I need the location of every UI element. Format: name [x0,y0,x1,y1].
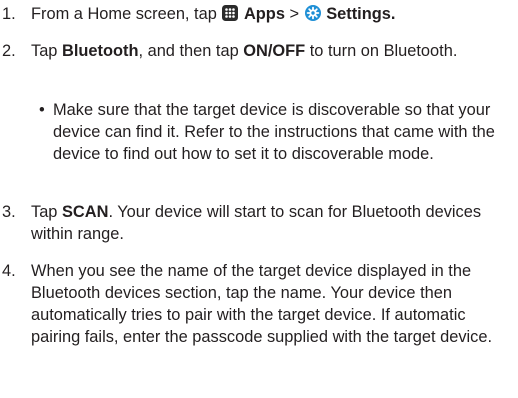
apps-label: Apps [243,5,285,23]
step-number: 3. [2,203,16,221]
step-number: 2. [2,42,16,60]
onoff-label: ON/OFF [243,42,306,60]
instruction-list: 1. From a Home screen, tap Apps > Settin… [0,0,518,398]
step-2: 2. Tap Bluetooth, and then tap ON/OFF to… [0,40,512,62]
step-2-bullet: • Make sure that the target device is di… [31,99,511,165]
step-text: Tap SCAN. Your device will start to scan… [31,203,482,243]
step-number: 1. [2,5,16,23]
step-text: From a Home screen, tap Apps > Settings. [31,5,396,23]
bullet-text: Make sure that the target device is disc… [53,101,495,163]
settings-gear-icon [304,5,321,21]
step-4: 4. When you see the name of the target d… [0,260,512,348]
step-text: Tap Bluetooth, and then tap ON/OFF to tu… [31,42,458,60]
step-text: When you see the name of the target devi… [31,262,493,346]
scan-label: SCAN [61,203,109,221]
settings-label: Settings. [326,5,396,23]
step-number: 4. [2,262,16,280]
step-3: 3. Tap SCAN. Your device will start to s… [0,201,512,245]
step-1: 1. From a Home screen, tap Apps > Settin… [0,3,512,25]
bullet-mark: • [39,101,45,119]
bluetooth-label: Bluetooth [61,42,139,60]
apps-grid-icon [222,5,239,21]
